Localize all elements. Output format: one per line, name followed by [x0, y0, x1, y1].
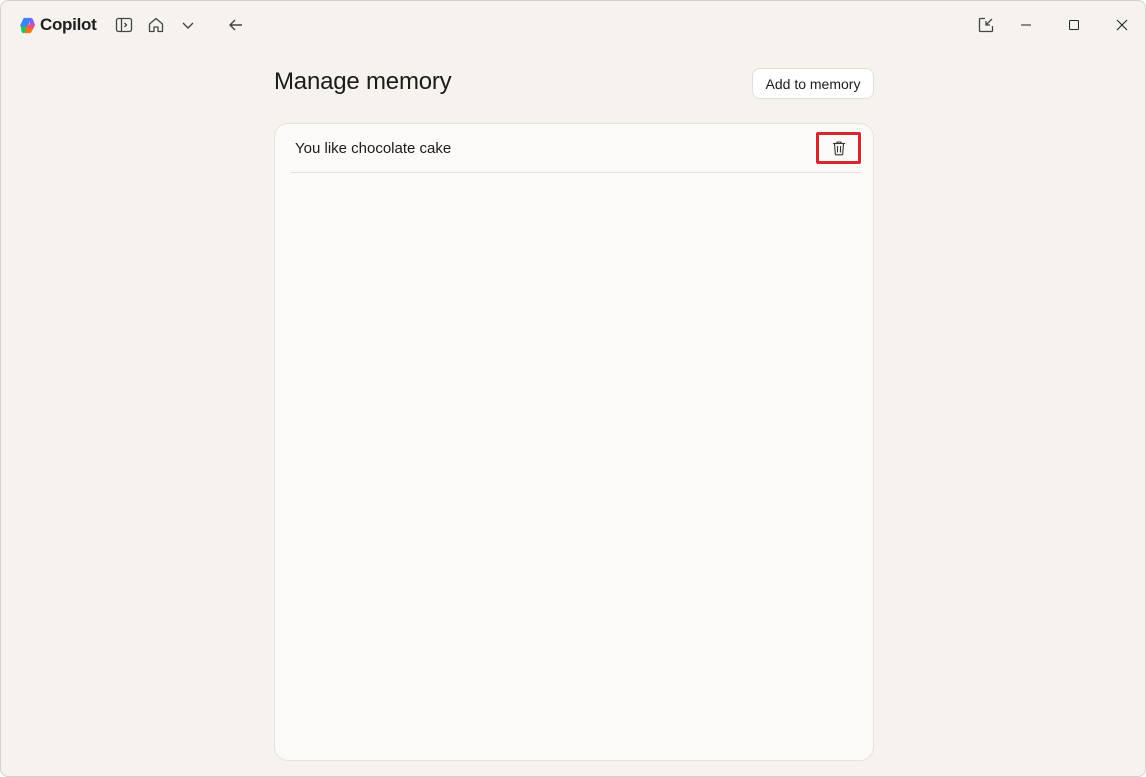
home-icon — [148, 17, 164, 33]
memory-list: You like chocolate cake — [274, 123, 874, 761]
app-window: Copilot Manage memory Add to memory You … — [0, 0, 1146, 777]
pop-out-icon — [978, 17, 994, 33]
minimize-button[interactable] — [1002, 1, 1050, 49]
sidebar-toggle-button[interactable] — [112, 13, 136, 37]
minimize-icon — [1021, 24, 1031, 26]
sidebar-toggle-icon — [115, 17, 133, 33]
maximize-button[interactable] — [1050, 1, 1098, 49]
page-title: Manage memory — [274, 68, 452, 95]
trash-icon — [832, 141, 845, 156]
add-to-memory-button[interactable]: Add to memory — [752, 68, 874, 99]
app-name: Copilot — [40, 15, 97, 34]
memory-item-text: You like chocolate cake — [295, 140, 452, 157]
memory-item: You like chocolate cake — [291, 124, 861, 173]
delete-memory-button[interactable] — [816, 132, 861, 164]
history-dropdown-button[interactable] — [176, 13, 200, 37]
chevron-down-icon — [182, 22, 194, 29]
home-button[interactable] — [144, 13, 168, 37]
maximize-icon — [1069, 20, 1079, 30]
close-button[interactable] — [1098, 1, 1145, 49]
title-bar: Copilot — [1, 1, 1145, 49]
close-icon — [1116, 19, 1128, 31]
pop-out-button[interactable] — [974, 13, 998, 37]
copilot-logo-icon — [20, 17, 36, 33]
back-arrow-icon — [229, 19, 242, 31]
back-button[interactable] — [224, 13, 248, 37]
app-brand: Copilot — [18, 14, 97, 36]
